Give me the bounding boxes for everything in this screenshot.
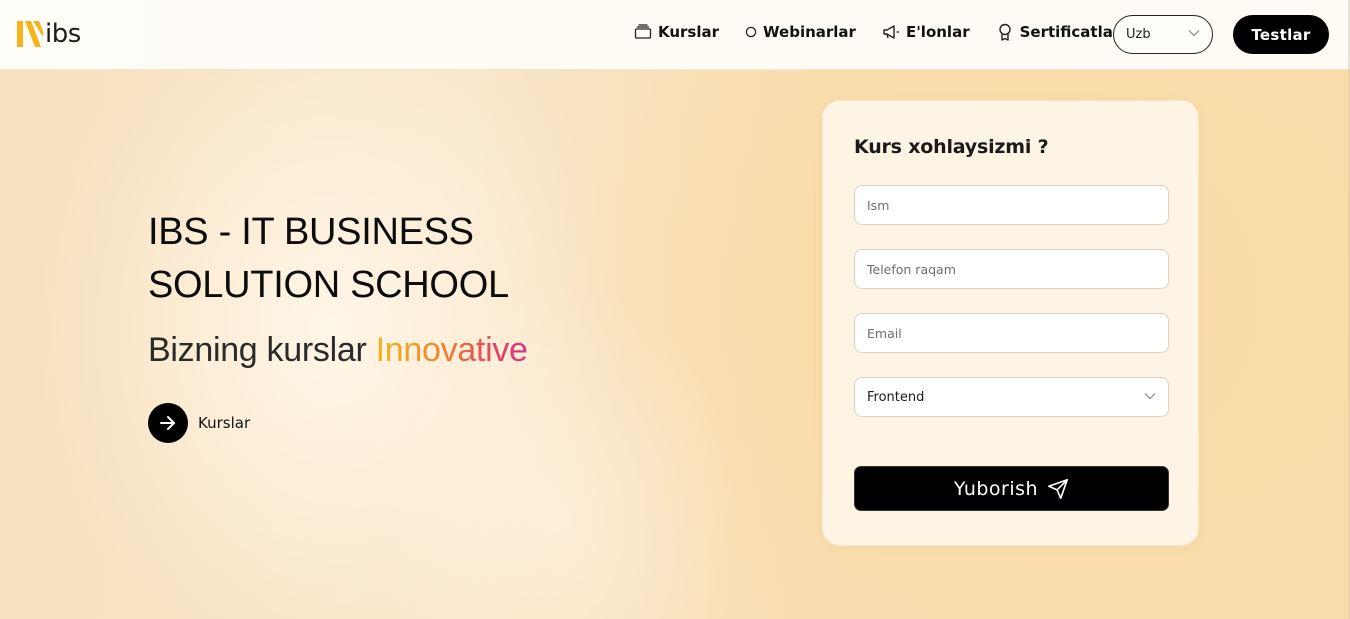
language-value: Uzb — [1126, 27, 1151, 42]
nav-item-kurslar[interactable]: Kurslar — [634, 23, 719, 41]
nav-item-sertificatlar[interactable]: Sertificatlar — [996, 23, 1121, 41]
courses-cta-link[interactable]: Kurslar — [148, 403, 250, 443]
cta-label: Kurslar — [198, 414, 251, 432]
nav-label: Webinarlar — [763, 23, 856, 41]
main-nav: Kurslar Webinarlar E'lonlar Sertificatla… — [634, 23, 1120, 41]
top-header: ibs Kurslar Webinarlar E'lonlar Sertific… — [0, 0, 1350, 70]
course-request-form: Kurs xohlaysizmi ? Frontend Yuborish — [822, 100, 1199, 546]
hero-subtitle: Bizning kurslar Innovative — [148, 328, 528, 372]
hero-subtitle-accent: Innovative — [375, 331, 528, 369]
circle-icon — [745, 23, 757, 41]
folder-icon — [634, 23, 652, 41]
logo-text: ibs — [45, 19, 81, 49]
cta-circle[interactable] — [148, 403, 188, 443]
chevron-down-icon — [1144, 393, 1156, 400]
tests-button[interactable]: Testlar — [1233, 15, 1329, 54]
hero-title-line2: SOLUTION SCHOOL — [148, 264, 509, 306]
ibs-logo-icon — [17, 21, 43, 47]
nav-label: Kurslar — [658, 23, 720, 41]
megaphone-icon — [882, 23, 900, 41]
nav-label: Sertificatlar — [1019, 23, 1121, 41]
send-icon — [1048, 478, 1069, 499]
name-input[interactable] — [854, 185, 1169, 225]
arrow-right-icon — [160, 416, 175, 430]
chevron-down-icon — [1188, 30, 1200, 37]
course-select-value: Frontend — [867, 389, 925, 405]
logo[interactable]: ibs — [17, 20, 81, 48]
language-select[interactable]: Uzb — [1113, 15, 1213, 54]
nav-label: E'lonlar — [905, 23, 970, 41]
phone-input[interactable] — [854, 249, 1169, 289]
hero-subtitle-prefix: Bizning kurslar — [148, 331, 367, 369]
nav-item-elonlar[interactable]: E'lonlar — [882, 23, 970, 41]
email-input[interactable] — [854, 313, 1169, 353]
submit-label: Yuborish — [953, 477, 1039, 500]
hero-title: IBS - IT BUSINESS SOLUTION SCHOOL — [148, 206, 648, 312]
submit-button[interactable]: Yuborish — [854, 466, 1169, 511]
hero-title-line1: IBS - IT BUSINESS — [148, 211, 474, 253]
nav-item-webinarlar[interactable]: Webinarlar — [745, 23, 856, 41]
course-select[interactable]: Frontend — [854, 377, 1169, 417]
form-title: Kurs xohlaysizmi ? — [854, 136, 1049, 158]
award-icon — [996, 23, 1014, 41]
